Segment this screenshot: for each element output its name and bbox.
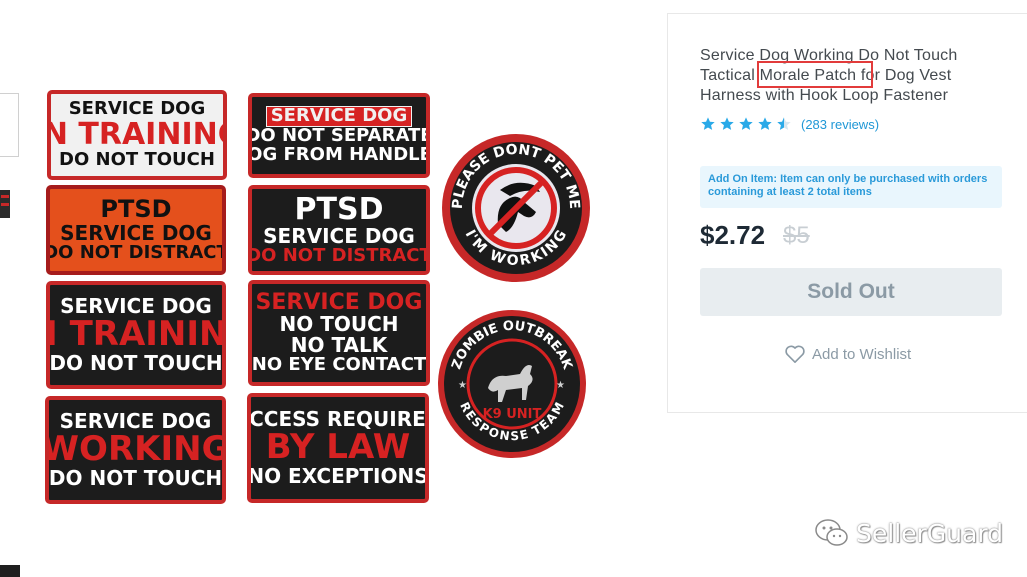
- thumbnail-frame[interactable]: [0, 93, 19, 157]
- star-icon: [701, 117, 715, 130]
- round-patch-zombie-outbreak: ★ ★ K9 UNIT ZOMBIE OUTBREAK RESPONSE TEA…: [438, 310, 586, 458]
- corner-block: [0, 565, 20, 577]
- patch-line: NO EXCEPTIONS: [247, 463, 429, 488]
- patch-ptsd-orange: PTSD SERVICE DOG DO NOT DISTRACT: [46, 185, 226, 275]
- patch-line: BY LAW: [265, 427, 411, 468]
- patch-line: SERVICE DOG: [255, 290, 423, 315]
- patch-line: DO NOT TOUCH: [49, 350, 223, 375]
- star-icon: ★: [556, 380, 565, 391]
- patch-service-dog-working: SERVICE DOG WORKING DO NOT TOUCH: [45, 396, 226, 504]
- round-patch-center-text: K9 UNIT: [483, 407, 542, 422]
- highlight-box: [757, 61, 873, 88]
- patch-line: IN TRAINING: [50, 314, 226, 355]
- patch-line: IN TRAINING: [51, 117, 227, 153]
- star-icon: [739, 117, 753, 130]
- patch-line: SERVICE DOG: [263, 223, 415, 248]
- wishlist-label: Add to Wishlist: [812, 345, 912, 363]
- star-half-icon: [777, 117, 791, 130]
- patch-line: SERVICE DOG: [60, 220, 212, 245]
- patch-ptsd-black: PTSD SERVICE DOG DO NOT DISTRACT: [248, 185, 430, 275]
- product-image: SERVICE DOG IN TRAINING DO NOT TOUCH SER…: [38, 82, 603, 512]
- original-price: $5: [783, 222, 810, 249]
- patch-line: NO TALK: [290, 333, 388, 358]
- patch-service-dog-in-training-black: SERVICE DOG IN TRAINING DO NOT TOUCH: [46, 281, 226, 389]
- wechat-icon: [815, 519, 848, 546]
- thumbnail-image[interactable]: [0, 190, 10, 218]
- patch-line: NO EYE CONTACT: [251, 354, 427, 376]
- patch-line: DOG FROM HANDLER: [248, 143, 426, 165]
- sold-out-button[interactable]: Sold Out: [700, 268, 1002, 316]
- watermark-text: SellerGuard: [856, 518, 1004, 548]
- patch-line: DO NOT TOUCH: [59, 148, 215, 170]
- patch-line: SERVICE DOG: [265, 106, 413, 128]
- patch-line: NO TOUCH: [279, 312, 399, 337]
- heart-icon: [785, 345, 805, 363]
- rating[interactable]: (283 reviews): [700, 116, 879, 132]
- patch-line: DO NOT TOUCH: [48, 465, 223, 490]
- round-patch-dont-pet-me: PLEASE DONT PET ME I'M WORKING: [442, 134, 590, 282]
- add-to-wishlist-button[interactable]: Add to Wishlist: [784, 344, 911, 364]
- watermark: SellerGuard: [814, 518, 1003, 548]
- patch-line: WORKING: [45, 429, 226, 470]
- patch-line: DO NOT DISTRACT: [46, 241, 226, 263]
- star-icon: ★: [458, 380, 467, 391]
- reviews-link[interactable]: (283 reviews): [801, 117, 879, 132]
- patch-do-not-separate: SERVICE DOG DO NOT SEPARATE DOG FROM HAN…: [248, 93, 430, 178]
- star-icon: [758, 117, 772, 130]
- price: $2.72: [700, 220, 766, 250]
- patch-line: DO NOT DISTRACT: [248, 244, 430, 266]
- patch-no-touch-no-talk: SERVICE DOG NO TOUCH NO TALK NO EYE CONT…: [248, 280, 430, 386]
- addon-notice: Add On Item: Item can only be purchased …: [700, 166, 1002, 208]
- star-icon: [720, 117, 734, 130]
- patch-line: PTSD: [294, 192, 384, 228]
- patch-access-required: ACCESS REQUIRED BY LAW NO EXCEPTIONS: [247, 393, 429, 503]
- patch-service-dog-in-training-light: SERVICE DOG IN TRAINING DO NOT TOUCH: [47, 90, 227, 180]
- patch-line: PTSD: [100, 195, 172, 224]
